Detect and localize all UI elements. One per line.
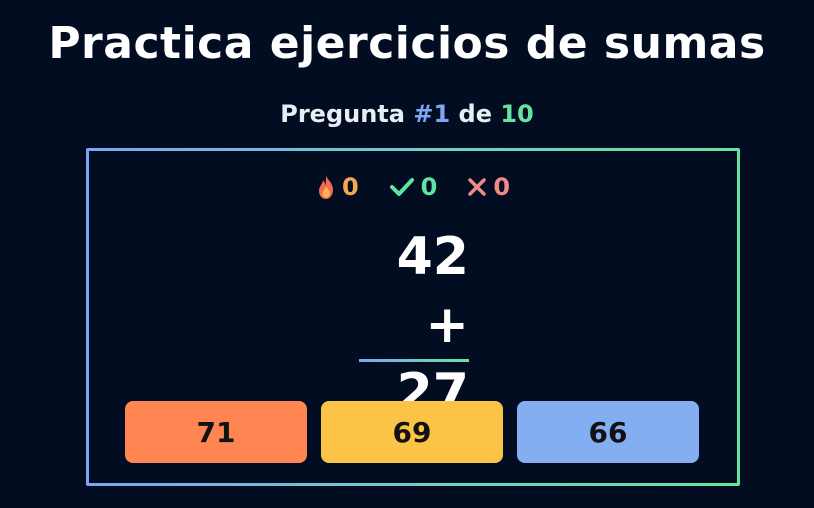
page-title: Practica ejercicios de sumas: [48, 18, 766, 69]
correct-count: 0: [420, 173, 438, 201]
exercise-card: 0 0 0 42 + 27 71 69 66: [86, 148, 740, 486]
top-operand: 42: [396, 227, 469, 287]
question-of: de: [458, 100, 492, 128]
question-total: 10: [500, 100, 534, 128]
exercise-card-inner: 0 0 0 42 + 27 71 69 66: [89, 151, 737, 483]
answer-button-3[interactable]: 66: [517, 401, 699, 463]
x-icon: [467, 177, 487, 197]
addition-problem: 42 + 27: [359, 223, 469, 427]
streak-stat: 0: [316, 173, 359, 201]
operator: +: [425, 295, 469, 355]
answer-button-1[interactable]: 71: [125, 401, 307, 463]
correct-stat: 0: [389, 173, 438, 201]
answer-options: 71 69 66: [125, 401, 699, 463]
question-prefix: Pregunta: [280, 100, 405, 128]
answer-button-2[interactable]: 69: [321, 401, 503, 463]
check-icon: [389, 176, 415, 198]
streak-count: 0: [341, 173, 359, 201]
wrong-count: 0: [493, 173, 511, 201]
wrong-stat: 0: [467, 173, 510, 201]
question-progress: Pregunta #1 de 10: [0, 100, 814, 128]
stats-bar: 0 0 0: [89, 173, 737, 201]
sum-line: [359, 359, 469, 362]
fire-icon: [316, 174, 336, 200]
question-number: #1: [413, 100, 451, 128]
